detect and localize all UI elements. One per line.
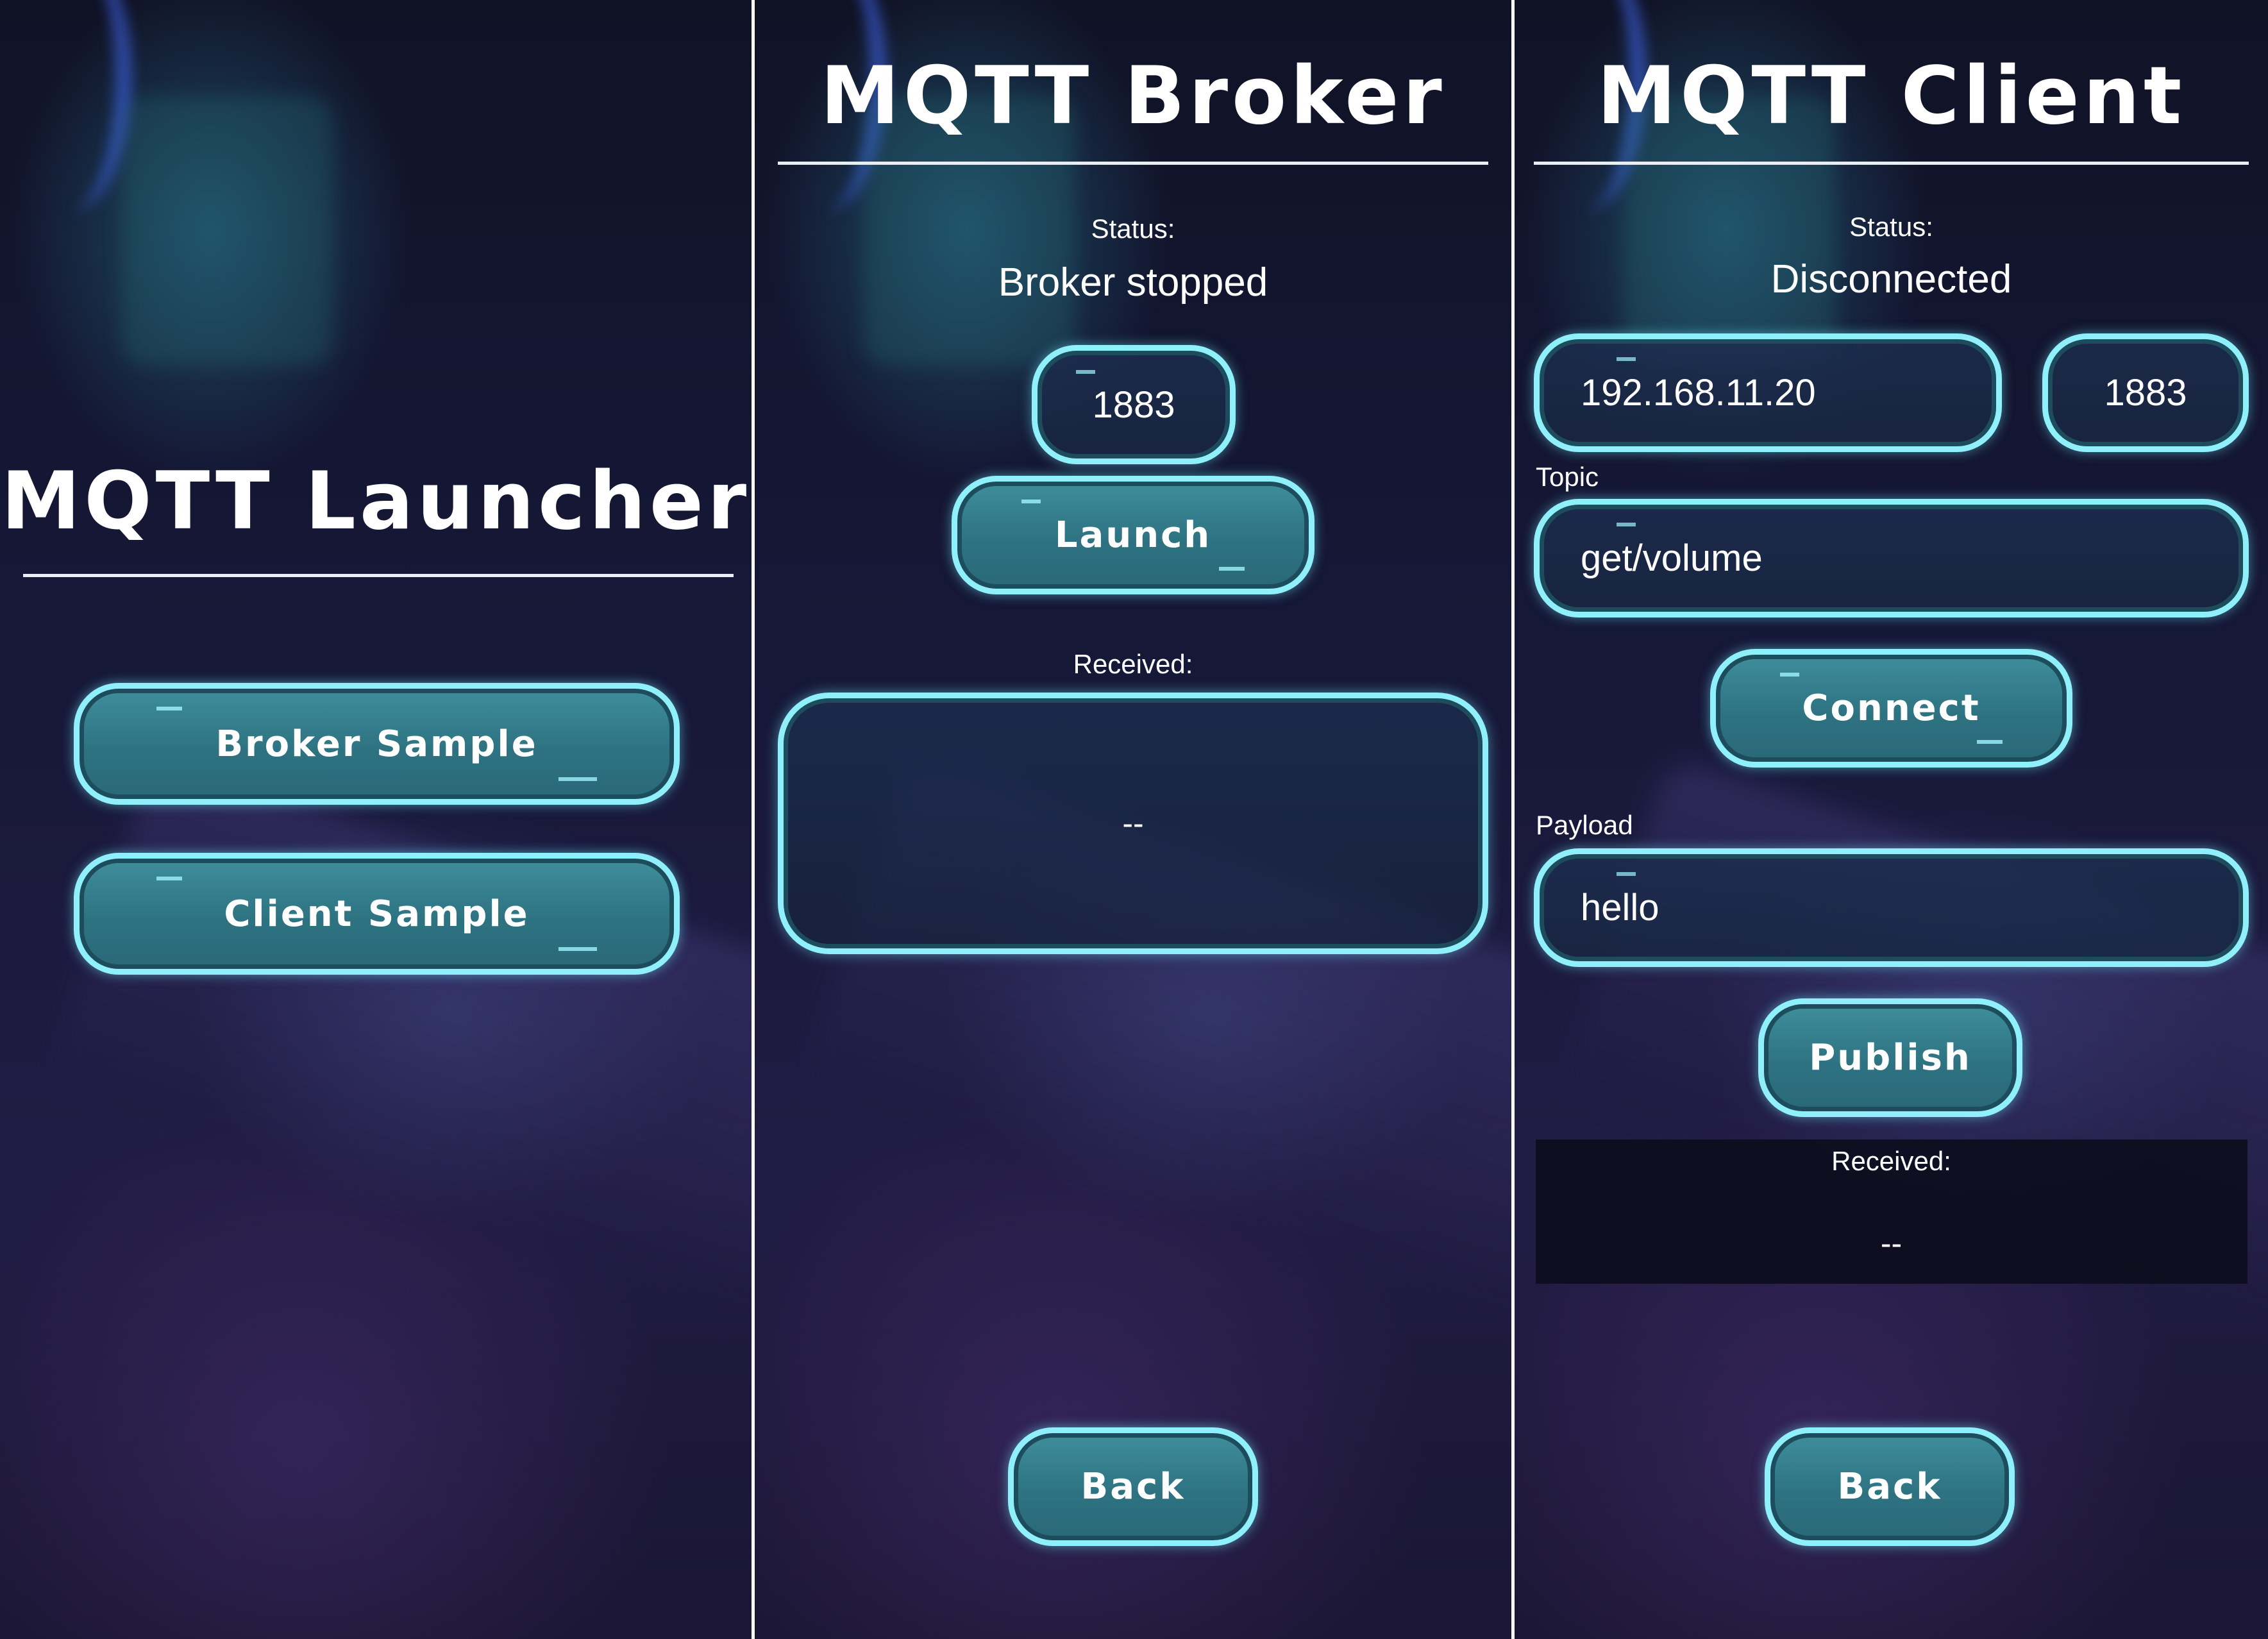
status-value: Disconnected [1770, 257, 2012, 301]
launcher-screen: MQTT Launcher Broker Sample Client Sampl… [0, 0, 752, 1639]
launch-button[interactable]: Launch [952, 476, 1315, 594]
client-sample-button-label: Client Sample [224, 893, 530, 935]
back-button[interactable]: Back [1765, 1427, 2015, 1546]
button-decoration [1021, 500, 1041, 503]
button-decoration [559, 777, 597, 781]
status-label: Status: [1849, 212, 1933, 242]
button-decoration [1780, 673, 1799, 677]
page-title: MQTT Launcher [1, 455, 751, 548]
connect-button-label: Connect [1802, 687, 1981, 729]
back-button-label: Back [1837, 1466, 1942, 1508]
received-label: Received: [1831, 1146, 1951, 1176]
background-decoration [43, 755, 752, 1374]
field-decoration [1617, 872, 1636, 876]
title-divider [1534, 162, 2249, 165]
payload-field[interactable] [1534, 848, 2249, 967]
back-button-label: Back [1080, 1466, 1186, 1508]
button-decoration [156, 707, 182, 710]
button-decoration [1219, 567, 1245, 571]
host-field[interactable] [1534, 333, 2002, 452]
port-field[interactable] [2042, 333, 2249, 452]
received-value: -- [1880, 1225, 1903, 1261]
payload-label: Payload [1536, 810, 1633, 840]
client-screen: MQTT Client Status: Disconnected Topic C… [1515, 0, 2268, 1639]
client-sample-button[interactable]: Client Sample [74, 853, 680, 975]
connect-button[interactable]: Connect [1710, 649, 2072, 768]
broker-sample-button-label: Broker Sample [215, 723, 538, 765]
publish-button-label: Publish [1809, 1037, 1972, 1079]
title-divider [23, 574, 734, 577]
payload-input[interactable] [1579, 886, 2243, 930]
field-decoration [1617, 357, 1636, 361]
button-decoration [1977, 740, 2003, 744]
back-button[interactable]: Back [1008, 1427, 1258, 1546]
received-label: Received: [1073, 649, 1193, 679]
port-field[interactable] [1032, 345, 1236, 464]
page-title: MQTT Broker [820, 50, 1446, 142]
page-title: MQTT Client [1597, 50, 2186, 142]
background-decoration [122, 96, 333, 366]
broker-screen: MQTT Broker Status: Broker stopped Launc… [755, 0, 1511, 1639]
field-decoration [1617, 523, 1636, 526]
status-value: Broker stopped [998, 260, 1268, 305]
topic-input[interactable] [1579, 536, 2243, 580]
port-input[interactable] [1062, 382, 1205, 427]
status-label: Status: [1091, 214, 1175, 244]
topic-label: Topic [1536, 462, 1599, 492]
button-decoration [156, 877, 182, 880]
title-divider [778, 162, 1488, 165]
broker-sample-button[interactable]: Broker Sample [74, 683, 680, 805]
publish-button[interactable]: Publish [1758, 998, 2022, 1117]
topic-field[interactable] [1534, 499, 2249, 618]
received-value: -- [1122, 805, 1144, 841]
launch-button-label: Launch [1054, 514, 1212, 556]
background-decoration [6, 0, 132, 212]
port-input[interactable] [2074, 371, 2217, 415]
button-decoration [559, 947, 597, 951]
received-panel: -- [778, 693, 1488, 954]
field-decoration [1076, 370, 1095, 374]
host-input[interactable] [1579, 371, 1996, 415]
